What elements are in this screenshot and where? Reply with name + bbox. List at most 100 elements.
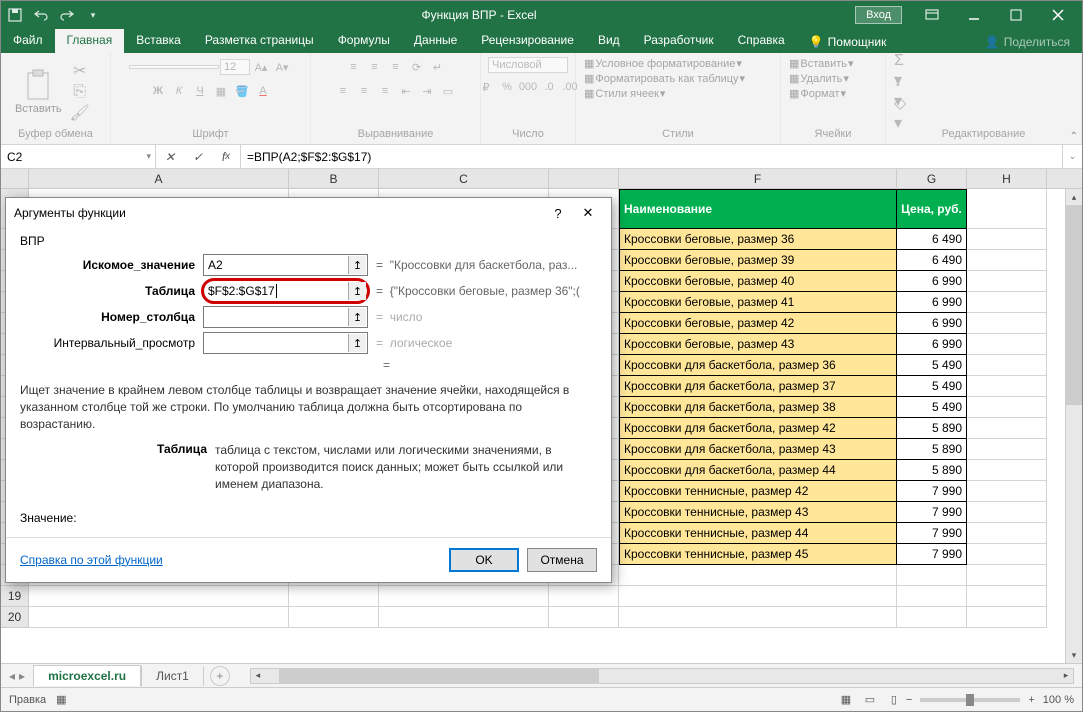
cell[interactable] <box>29 586 289 607</box>
align-top-icon[interactable]: ≡ <box>344 57 364 77</box>
increase-font-icon[interactable]: A▴ <box>251 57 271 77</box>
align-right-icon[interactable]: ≡ <box>375 81 395 101</box>
cell[interactable] <box>967 397 1047 418</box>
cell[interactable]: 5 890 <box>897 439 967 460</box>
tab-formulas[interactable]: Формулы <box>326 29 402 53</box>
cell[interactable]: 5 890 <box>897 460 967 481</box>
cell[interactable] <box>897 565 967 586</box>
copy-icon[interactable]: ⎘ <box>70 82 90 102</box>
font-size-combo[interactable]: 12 <box>220 59 250 75</box>
cell[interactable] <box>289 607 379 628</box>
cell[interactable] <box>967 544 1047 565</box>
format-table-button[interactable]: ▦ Форматировать как таблицу ▾ <box>584 72 745 85</box>
formula-input[interactable]: =ВПР(A2;$F$2:$G$17) <box>241 145 1062 168</box>
decrease-font-icon[interactable]: A▾ <box>272 57 292 77</box>
cell[interactable]: Кроссовки для баскетбола, размер 37 <box>619 376 897 397</box>
sheet-tab-active[interactable]: microexcel.ru <box>33 665 141 686</box>
collapse-range-icon[interactable]: ↥ <box>348 334 366 352</box>
cell[interactable] <box>967 565 1047 586</box>
cell[interactable]: Кроссовки беговые, размер 43 <box>619 334 897 355</box>
cell[interactable] <box>379 586 549 607</box>
hscroll-right-icon[interactable]: ▸ <box>1059 669 1073 683</box>
cell[interactable]: Наименование <box>619 189 897 229</box>
cell[interactable]: 6 990 <box>897 271 967 292</box>
cell[interactable] <box>967 189 1047 229</box>
cell[interactable]: Кроссовки беговые, размер 40 <box>619 271 897 292</box>
inc-decimal-icon[interactable]: .0 <box>539 77 559 97</box>
cells-format-button[interactable]: ▦ Формат ▾ <box>789 87 846 100</box>
format-painter-icon[interactable]: 🖌 <box>70 103 90 123</box>
col-b[interactable]: B <box>289 169 379 188</box>
scroll-down-icon[interactable]: ▾ <box>1066 647 1082 663</box>
col-f[interactable]: F <box>619 169 897 188</box>
vertical-scrollbar[interactable]: ▴ ▾ <box>1065 189 1082 663</box>
qat-dropdown-icon[interactable]: ▾ <box>83 5 103 25</box>
cell[interactable]: 6 990 <box>897 292 967 313</box>
clear-icon[interactable]: ◇ ▾ <box>894 103 914 123</box>
expand-formula-bar-icon[interactable]: ⌄ <box>1062 145 1082 168</box>
tab-developer[interactable]: Разработчик <box>632 29 726 53</box>
number-format-combo[interactable]: Числовой <box>488 57 568 73</box>
minimize-icon[interactable] <box>954 3 994 27</box>
normal-view-icon[interactable]: ▦ <box>835 691 857 709</box>
share-button[interactable]: 👤Поделиться <box>973 35 1082 53</box>
col-d[interactable] <box>549 169 619 188</box>
close-icon[interactable] <box>1038 3 1078 27</box>
cells-delete-button[interactable]: ▦ Удалить ▾ <box>789 72 849 85</box>
hscroll-thumb[interactable] <box>279 669 599 683</box>
fill-color-icon[interactable]: 🪣 <box>232 81 252 101</box>
tab-insert[interactable]: Вставка <box>124 29 193 53</box>
cell[interactable] <box>549 607 619 628</box>
cond-format-button[interactable]: ▦ Условное форматирование ▾ <box>584 57 742 70</box>
bold-icon[interactable]: Ж <box>148 81 168 101</box>
cell[interactable] <box>619 586 897 607</box>
border-icon[interactable]: ▦ <box>211 81 231 101</box>
currency-icon[interactable]: ₽ <box>476 77 496 97</box>
collapse-col-icon[interactable]: ↥ <box>348 308 366 326</box>
cell[interactable]: 7 990 <box>897 481 967 502</box>
scroll-thumb[interactable] <box>1066 205 1082 405</box>
cell[interactable] <box>289 586 379 607</box>
sheet-nav-prev-icon[interactable]: ◂ <box>9 669 15 683</box>
cell[interactable]: Кроссовки теннисные, размер 45 <box>619 544 897 565</box>
cell[interactable]: Кроссовки теннисные, размер 42 <box>619 481 897 502</box>
cancel-formula-icon[interactable]: ✕ <box>156 150 184 164</box>
name-box-dropdown-icon[interactable]: ▾ <box>146 151 151 162</box>
cell[interactable] <box>967 418 1047 439</box>
cell[interactable]: Кроссовки для баскетбола, размер 43 <box>619 439 897 460</box>
tab-file[interactable]: Файл <box>1 29 55 53</box>
cell[interactable]: 5 490 <box>897 376 967 397</box>
cell[interactable] <box>897 607 967 628</box>
cell[interactable] <box>967 313 1047 334</box>
paste-button[interactable]: Вставить <box>9 67 68 117</box>
percent-icon[interactable]: % <box>497 77 517 97</box>
cell[interactable] <box>967 460 1047 481</box>
sheet-nav-next-icon[interactable]: ▸ <box>19 669 25 683</box>
cell[interactable] <box>619 607 897 628</box>
cell[interactable] <box>967 334 1047 355</box>
col-c[interactable]: C <box>379 169 549 188</box>
cell[interactable] <box>967 523 1047 544</box>
font-name-combo[interactable] <box>129 65 219 69</box>
cell[interactable]: 6 990 <box>897 334 967 355</box>
align-middle-icon[interactable]: ≡ <box>365 57 385 77</box>
align-bottom-icon[interactable]: ≡ <box>386 57 406 77</box>
cell[interactable]: 6 490 <box>897 229 967 250</box>
col-g[interactable]: G <box>897 169 967 188</box>
zoom-slider[interactable] <box>920 698 1020 702</box>
cell[interactable] <box>967 355 1047 376</box>
cell[interactable] <box>967 376 1047 397</box>
wrap-icon[interactable]: ↵ <box>428 57 448 77</box>
italic-icon[interactable]: К <box>169 81 189 101</box>
cell[interactable] <box>549 586 619 607</box>
cells-insert-button[interactable]: ▦ Вставить ▾ <box>789 57 854 70</box>
align-center-icon[interactable]: ≡ <box>354 81 374 101</box>
cell[interactable]: Кроссовки для баскетбола, размер 44 <box>619 460 897 481</box>
tab-view[interactable]: Вид <box>586 29 632 53</box>
collapse-table-icon[interactable]: ↥ <box>348 282 366 300</box>
cell[interactable]: 5 490 <box>897 397 967 418</box>
cell[interactable]: Кроссовки теннисные, размер 43 <box>619 502 897 523</box>
tab-review[interactable]: Рецензирование <box>469 29 586 53</box>
cell[interactable]: 6 990 <box>897 313 967 334</box>
cell[interactable]: Кроссовки теннисные, размер 44 <box>619 523 897 544</box>
